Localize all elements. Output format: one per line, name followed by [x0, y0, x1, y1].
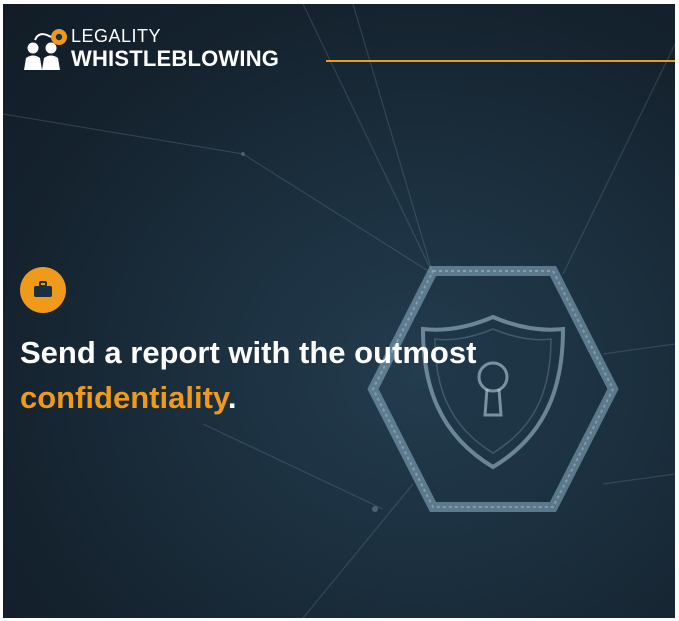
whistleblower-logo-icon [24, 29, 67, 70]
headline-end-punctuation: . [227, 380, 237, 415]
headline-main-text: Send a report with the outmost [20, 335, 477, 370]
headline-accent-text: confidentiality [20, 380, 228, 415]
hero-headline: Send a report with the outmost confident… [20, 330, 660, 420]
brand-name-bottom: WHISTLEBLOWING [71, 46, 280, 71]
brand-name-top: LEGALITY [71, 26, 162, 46]
background-network-illustration [3, 4, 675, 618]
briefcase-icon [34, 281, 52, 297]
hero-banner: LEGALITY WHISTLEBLOWING Send a report wi… [3, 4, 675, 618]
briefcase-badge [20, 267, 66, 313]
brand-divider-line [326, 60, 675, 62]
